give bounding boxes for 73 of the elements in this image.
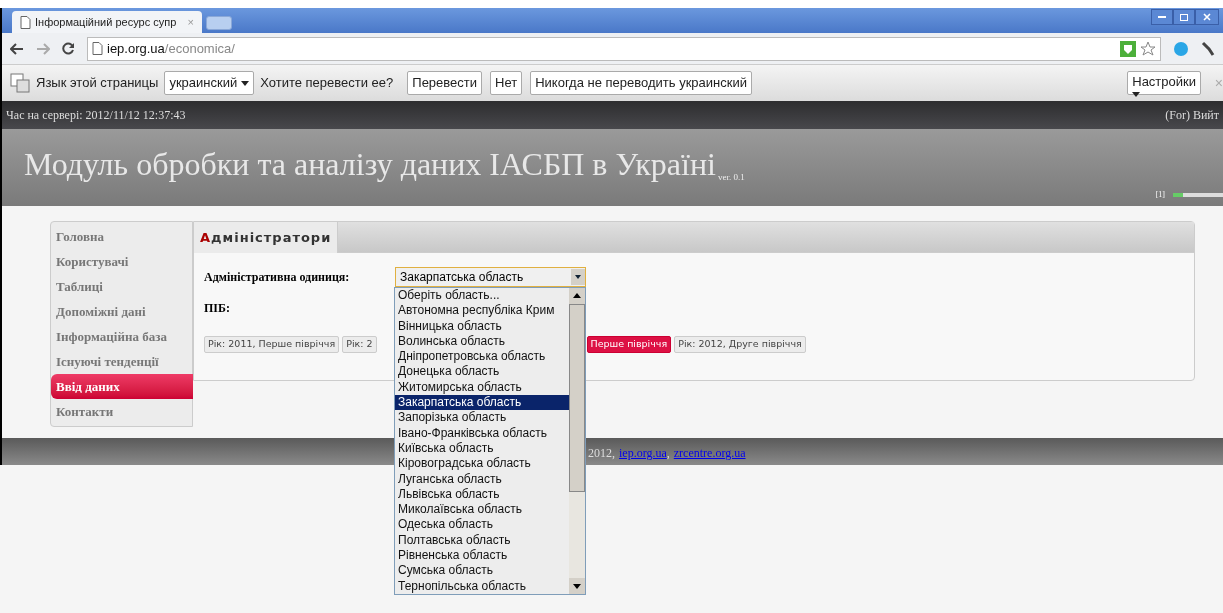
settings-dropdown[interactable]: Настройки bbox=[1127, 71, 1201, 95]
language-dropdown[interactable]: украинский bbox=[164, 71, 255, 95]
shield-icon[interactable] bbox=[1120, 40, 1136, 57]
sidebar-item[interactable]: Головна bbox=[51, 224, 192, 249]
sidebar-item[interactable]: Ввід даних bbox=[51, 374, 193, 399]
separator-comma: , bbox=[666, 445, 670, 462]
copyright-text: 2012, bbox=[588, 445, 615, 462]
sidebar-item[interactable]: Існуючі тенденції bbox=[51, 349, 192, 374]
page-icon bbox=[92, 42, 103, 55]
close-button[interactable] bbox=[1195, 9, 1219, 25]
server-time: Час на сервері: 2012/11/12 12:37:43 bbox=[6, 107, 186, 124]
translate-label: Язык этой страницы bbox=[36, 74, 159, 93]
close-icon bbox=[1203, 13, 1211, 21]
dropdown-option[interactable]: Тернопільська область bbox=[395, 578, 569, 594]
panel-tab[interactable]: Адміністратори bbox=[194, 222, 339, 253]
page-icon bbox=[20, 15, 31, 29]
dropdown-option[interactable]: Кіровоградська область bbox=[395, 456, 569, 472]
translate-question: Хотите перевести ее? bbox=[260, 74, 394, 93]
dropdown-option[interactable]: Дніпропетровська область bbox=[395, 349, 569, 365]
field-label: ПІБ: bbox=[204, 301, 230, 315]
dropdown-option[interactable]: Київська область bbox=[395, 440, 569, 457]
reload-icon[interactable] bbox=[62, 42, 75, 55]
period-button[interactable]: Рік: 2 bbox=[342, 336, 377, 353]
translate-bar-button[interactable]: Перевести bbox=[407, 71, 483, 95]
minimize-button[interactable] bbox=[1151, 9, 1173, 25]
dropdown-option[interactable]: Запорізька область bbox=[395, 410, 569, 426]
sidebar-item[interactable]: Допоміжні дані bbox=[51, 299, 192, 324]
scroll-up-icon[interactable] bbox=[569, 288, 585, 304]
dropdown-option[interactable]: Львівська область bbox=[395, 486, 569, 503]
address-bar[interactable]: iep.org.ua/economica/ bbox=[87, 36, 1161, 61]
scrollbar[interactable] bbox=[569, 288, 585, 594]
dropdown-option[interactable]: Житомирська область bbox=[395, 379, 569, 396]
star-icon[interactable] bbox=[1140, 40, 1156, 57]
restore-button[interactable] bbox=[1173, 9, 1195, 25]
site-title: Модуль обробки та аналізу даних ІАСБП в Україні bbox=[24, 148, 716, 180]
dropdown-option[interactable]: Одеська область bbox=[395, 517, 569, 533]
tab-title: Інформаційний ресурс супр bbox=[35, 14, 177, 30]
period-button[interactable]: Рік: 2012, Друге півріччя bbox=[674, 336, 806, 353]
indicator-bar-drawing bbox=[1173, 193, 1223, 197]
field-label: Адміністративна одиниця: bbox=[204, 269, 351, 286]
sidebar-item[interactable]: Інформаційна база bbox=[51, 324, 192, 349]
back-icon[interactable] bbox=[10, 42, 24, 55]
dropdown-option[interactable]: Автономна республіка Крим bbox=[395, 303, 569, 319]
dropdown-option[interactable]: Івано-Франківська область bbox=[395, 425, 569, 441]
period-button[interactable]: Рік: 2011, Перше півріччя bbox=[204, 336, 340, 353]
url-text: iep.org.ua/economica/ bbox=[107, 39, 235, 58]
scroll-down-icon[interactable] bbox=[569, 578, 585, 594]
scroll-thumb[interactable] bbox=[569, 304, 585, 492]
sidebar-item[interactable]: Контакти bbox=[51, 399, 192, 424]
sidebar-item[interactable]: Таблиці bbox=[51, 274, 192, 299]
page-marker: [1] bbox=[1155, 189, 1165, 201]
period-button[interactable]: Перше півріччя bbox=[586, 336, 672, 353]
caret-icon bbox=[241, 80, 250, 86]
translate-icon bbox=[10, 73, 30, 93]
caret-icon bbox=[571, 269, 585, 285]
dropdown-option[interactable]: Оберіть область... bbox=[395, 288, 569, 304]
browser-tab[interactable]: Інформаційний ресурс супр × bbox=[12, 11, 202, 33]
dropdown-option[interactable]: Закарпатська область bbox=[395, 395, 569, 411]
dropdown-option[interactable]: Луганська область bbox=[395, 471, 569, 487]
sidebar-item[interactable]: Користувачі bbox=[51, 249, 192, 274]
dropdown-option[interactable]: Полтавська область bbox=[395, 532, 569, 549]
user-link[interactable]: (For) Вийт bbox=[1165, 106, 1219, 124]
dropdown-option[interactable]: Рівненська область bbox=[395, 548, 569, 564]
dropdown-option[interactable]: Волинська область bbox=[395, 333, 569, 350]
dropdown-option[interactable]: Сумська область bbox=[395, 563, 569, 579]
dropdown-option[interactable]: Вінницька область bbox=[395, 318, 569, 334]
translate-bar-button[interactable]: Никогда не переводить украинский bbox=[530, 71, 752, 95]
translate-bar-button[interactable]: Нет bbox=[490, 71, 523, 95]
dropdown-option[interactable]: Миколаївська область bbox=[395, 502, 569, 518]
caret-icon bbox=[1132, 91, 1141, 97]
version-label: ver. 0.1 bbox=[717, 170, 745, 184]
region-select[interactable]: Закарпатська область bbox=[395, 267, 586, 287]
dropdown-option[interactable]: Донецька область bbox=[395, 364, 569, 380]
